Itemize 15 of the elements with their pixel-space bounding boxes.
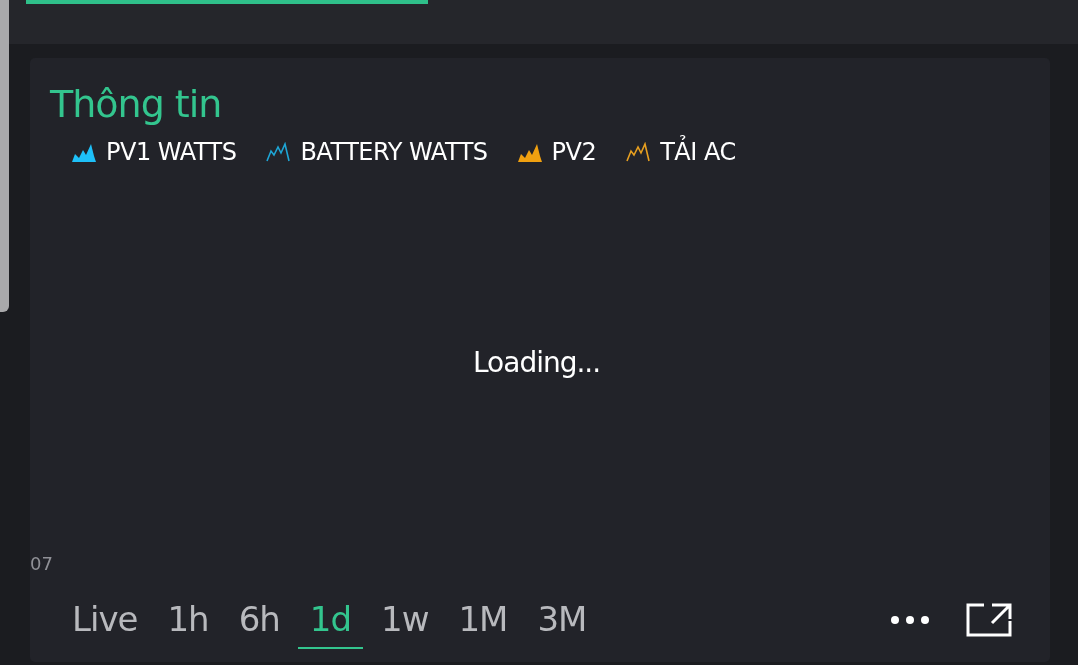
card-title: Thông tin — [50, 81, 223, 128]
legend-label: BATTERY WATTS — [300, 138, 488, 166]
range-tab[interactable]: 1M — [446, 591, 520, 649]
range-tab[interactable]: 1w — [369, 591, 441, 649]
legend-label: PV1 WATTS — [106, 138, 237, 166]
range-tab[interactable]: 1d — [297, 591, 364, 649]
range-tab[interactable]: 6h — [226, 591, 292, 649]
more-icon[interactable] — [890, 615, 930, 625]
range-tab[interactable]: 1h — [155, 591, 221, 649]
range-tab[interactable]: Live — [60, 591, 150, 649]
loading-text: Loading... — [473, 346, 601, 379]
legend-label: PV2 — [551, 138, 597, 166]
range-tab[interactable]: 3M — [525, 591, 599, 649]
axis-label: 07 — [30, 553, 53, 574]
expand-icon[interactable] — [966, 603, 1012, 637]
